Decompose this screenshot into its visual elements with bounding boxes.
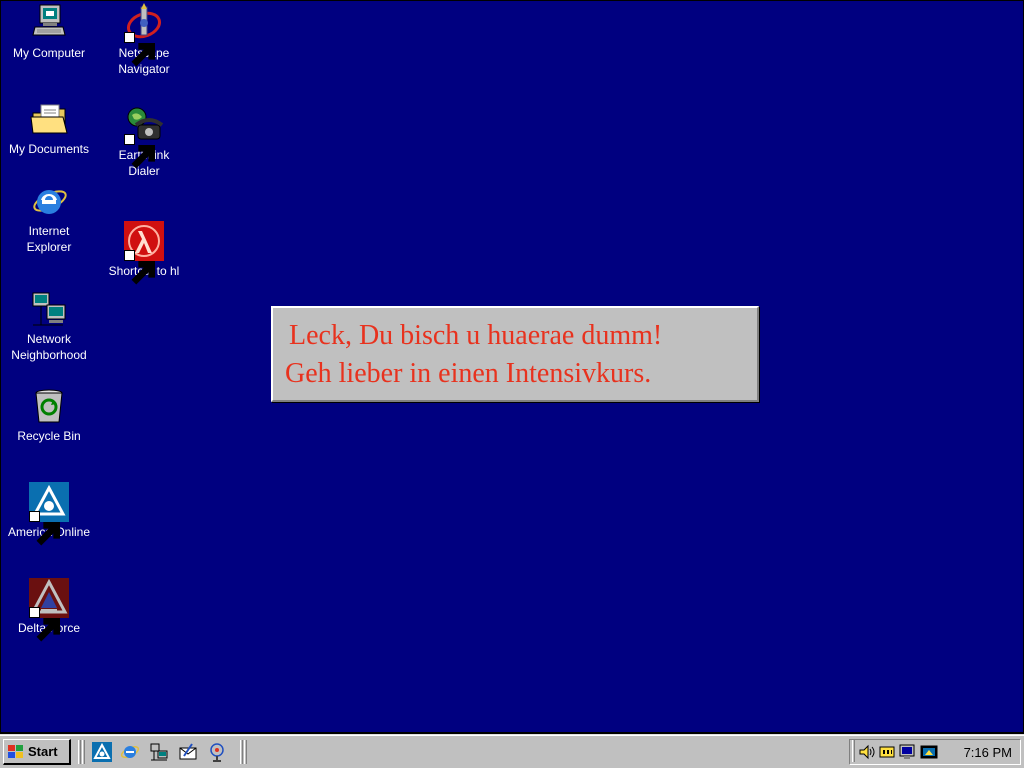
- outlook-express-icon: [179, 743, 197, 760]
- tray-grip: [852, 740, 855, 762]
- recycle-bin-icon: [29, 386, 69, 426]
- desktop-icon-recycle-bin[interactable]: Recycle Bin: [1, 386, 97, 444]
- network-neighborhood-icon: [29, 289, 69, 329]
- volume-icon: [859, 744, 875, 760]
- shortcut-arrow-icon: [124, 250, 155, 285]
- america-online-icon: [92, 742, 112, 762]
- delta-force-icon: [29, 578, 69, 642]
- taskbar: Start 7:16 PM: [0, 734, 1024, 768]
- desktop-icon-my-computer[interactable]: My Computer: [1, 3, 97, 61]
- start-label: Start: [28, 744, 58, 759]
- my-computer-icon: [29, 3, 69, 43]
- shortcut-arrow-icon: [29, 511, 60, 546]
- quick-launch-channels[interactable]: [207, 742, 227, 762]
- message-line-1: Leck, Du bisch u huaerae dumm!: [289, 320, 663, 351]
- quick-launch-aol[interactable]: [92, 742, 112, 762]
- desktop-icon-netscape-navigator[interactable]: Netscape Navigator: [96, 3, 192, 77]
- channels-icon: [210, 743, 224, 762]
- monitor-icon: [899, 744, 915, 759]
- desktop-icon-internet-explorer[interactable]: Internet Explorer: [1, 181, 97, 255]
- clock[interactable]: 7:16 PM: [964, 745, 1012, 760]
- quick-launch-grip[interactable]: [82, 740, 85, 764]
- shortcut-arrow-icon: [124, 134, 155, 169]
- modem-icon: [879, 746, 895, 758]
- desktop-icon-label: My Computer: [12, 46, 86, 60]
- half-life-icon: [124, 221, 164, 285]
- desktop-icon-label: Network Neighborhood: [11, 332, 87, 362]
- system-tray: 7:16 PM: [849, 739, 1021, 765]
- netscape-navigator-icon: [124, 3, 164, 67]
- desktop-icon-label: My Documents: [8, 142, 90, 156]
- desktop-icon-label: Internet Explorer: [26, 224, 72, 254]
- internet-explorer-icon: [29, 181, 69, 221]
- shortcut-arrow-icon: [29, 607, 60, 642]
- desktop-icon-delta-force[interactable]: Delta Force: [1, 578, 97, 642]
- windows-logo-icon: [8, 744, 23, 758]
- quick-launch-internet-explorer[interactable]: [120, 742, 140, 762]
- internet-explorer-icon: [120, 745, 140, 759]
- taskbar-grip[interactable]: [244, 740, 247, 764]
- network-icon: [150, 743, 168, 761]
- desktop-icon-america-online[interactable]: America Online: [1, 482, 97, 546]
- tray-display[interactable]: [920, 744, 938, 760]
- tray-monitor[interactable]: [898, 744, 916, 760]
- taskbar-grip[interactable]: [240, 740, 243, 764]
- start-button[interactable]: Start: [3, 739, 71, 765]
- quick-launch-outlook-express[interactable]: [178, 742, 198, 762]
- desktop-icon-earthlink-dialer[interactable]: EarthLink Dialer: [96, 105, 192, 179]
- tray-modem[interactable]: [878, 744, 896, 760]
- desktop-icon-shortcut-to-hl[interactable]: Shortcut to hl: [96, 221, 192, 285]
- my-documents-icon: [29, 99, 69, 139]
- desktop-icon-network-neighborhood[interactable]: Network Neighborhood: [1, 289, 97, 363]
- desktop-icon-label: Recycle Bin: [17, 429, 81, 443]
- america-online-icon: [29, 482, 69, 546]
- message-box: Leck, Du bisch u huaerae dumm! Geh liebe…: [271, 306, 759, 402]
- desktop-icon-my-documents[interactable]: My Documents: [1, 99, 97, 157]
- tray-volume[interactable]: [858, 744, 876, 760]
- display-icon: [920, 745, 938, 759]
- shortcut-arrow-icon: [124, 32, 155, 67]
- quick-launch-grip[interactable]: [78, 740, 81, 764]
- desktop: My Computer My Documents Internet Explor…: [1, 1, 1023, 732]
- earthlink-dialer-icon: [124, 105, 164, 169]
- quick-launch-network[interactable]: [149, 742, 169, 762]
- message-line-2: Geh lieber in einen Intensivkurs.: [285, 358, 652, 389]
